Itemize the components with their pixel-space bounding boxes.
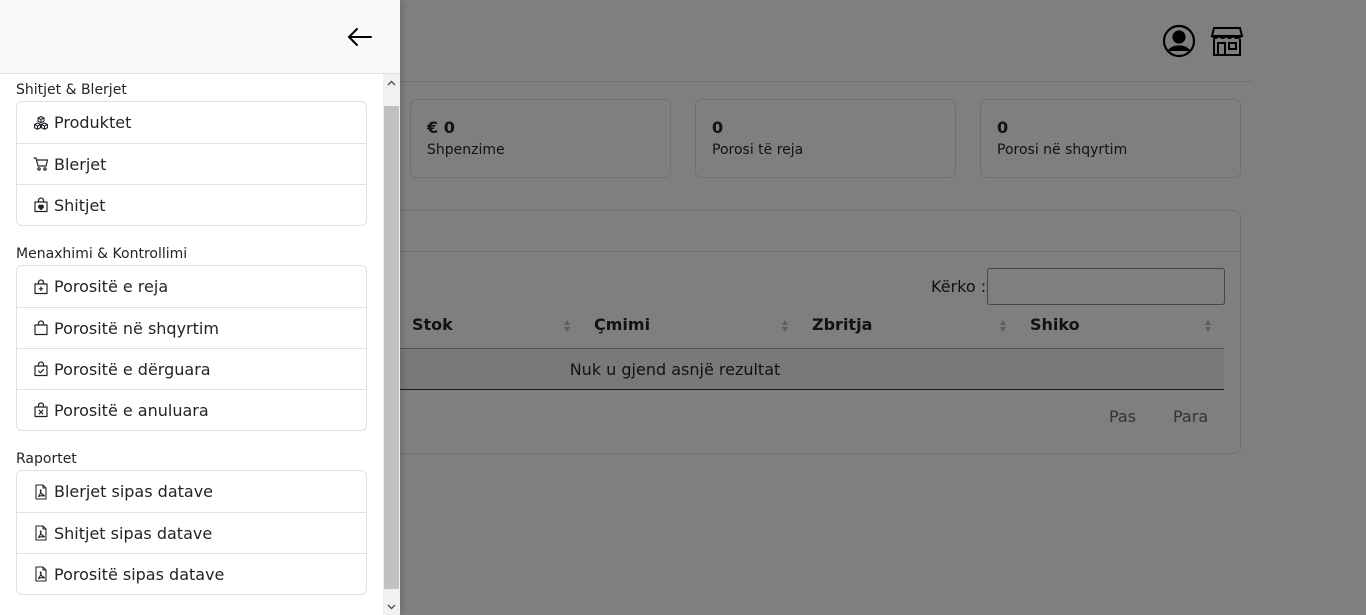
menu-group-reports: Blerjet sipas datave Shitjet sipas datav… [16, 470, 367, 595]
section-title-sales: Shitjet & Blerjet [16, 82, 127, 98]
sidebar-item-new-orders[interactable]: Porositë e reja [17, 266, 366, 307]
bag-heart-icon [33, 197, 49, 213]
menu-group-sales: Produktet Blerjet Shitjet [16, 101, 367, 226]
boxes-icon [33, 115, 49, 131]
sidebar-header [0, 0, 400, 74]
bag-plus-icon [33, 278, 49, 295]
file-pdf-icon [33, 483, 49, 500]
sidebar-item-label: Porositë e anuluara [54, 400, 209, 420]
scroll-down-icon[interactable] [386, 601, 397, 612]
sidebar-item-label: Shitjet sipas datave [54, 523, 213, 543]
sidebar-item-sales[interactable]: Shitjet [17, 184, 366, 225]
sidebar-scrollbar[interactable] [383, 74, 400, 615]
sidebar-item-sent-orders[interactable]: Porositë e dërguara [17, 348, 366, 389]
sidebar-item-label: Porositë e dërguara [54, 359, 211, 379]
sidebar-item-orders-report[interactable]: Porositë sipas datave [17, 553, 366, 594]
sidebar-item-label: Porositë në shqyrtim [54, 318, 219, 338]
section-title-management: Menaxhimi & Kontrollimi [16, 246, 188, 262]
bag-icon [33, 320, 49, 336]
scrollbar-thumb[interactable] [384, 106, 399, 589]
cart-icon [33, 156, 49, 172]
file-pdf-icon [33, 525, 49, 541]
sidebar-item-label: Porositë e reja [54, 277, 169, 296]
sidebar-item-label: Blerjet sipas datave [54, 482, 214, 501]
file-pdf-icon [33, 566, 49, 582]
sidebar-item-label: Porositë sipas datave [54, 564, 225, 584]
sidebar-item-pending-orders[interactable]: Porositë në shqyrtim [17, 307, 366, 348]
sidebar-item-label: Blerjet [54, 154, 107, 174]
sidebar-item-label: Produktet [54, 113, 132, 132]
sidebar-item-sales-report[interactable]: Shitjet sipas datave [17, 512, 366, 553]
arrow-left-icon [348, 28, 372, 46]
sidebar-item-purchases-report[interactable]: Blerjet sipas datave [17, 471, 366, 512]
menu-group-management: Porositë e reja Porositë në shqyrtim Por… [16, 265, 367, 431]
sidebar-item-cancelled-orders[interactable]: Porositë e anuluara [17, 389, 366, 430]
sidebar-item-purchases[interactable]: Blerjet [17, 143, 366, 184]
bag-x-icon [33, 402, 49, 418]
bag-check-icon [33, 361, 49, 377]
section-title-reports: Raportet [16, 451, 77, 467]
sidebar-item-label: Shitjet [54, 195, 106, 215]
sidebar-menu: Shitjet & Blerjet Produktet Blerjet Shit… [0, 74, 383, 615]
sidebar: Shitjet & Blerjet Produktet Blerjet Shit… [0, 0, 400, 615]
sidebar-item-products[interactable]: Produktet [17, 102, 366, 143]
scroll-up-icon[interactable] [386, 78, 397, 89]
close-sidebar-button[interactable] [346, 25, 374, 49]
